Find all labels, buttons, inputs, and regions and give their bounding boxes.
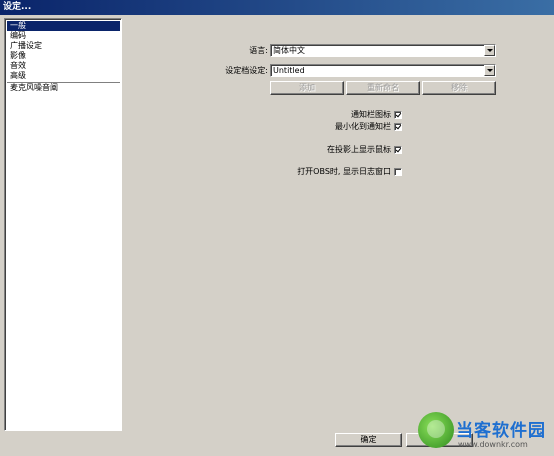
chevron-down-icon[interactable] bbox=[484, 65, 495, 76]
tray-icon-option[interactable]: 通知栏图标 bbox=[280, 110, 402, 120]
show-cursor-checkbox[interactable] bbox=[394, 146, 402, 154]
brand-logo-icon bbox=[418, 412, 454, 448]
language-value: 简体中文 bbox=[273, 46, 305, 55]
tray-icon-label: 通知栏图标 bbox=[351, 110, 391, 119]
profile-select[interactable]: Untitled bbox=[270, 64, 496, 77]
open-log-checkbox[interactable] bbox=[394, 168, 402, 176]
ok-button[interactable]: 确定 bbox=[335, 433, 402, 447]
profile-label: 设定档设定: bbox=[225, 66, 268, 75]
watermark-brand: 当客软件园 bbox=[456, 421, 546, 441]
sidebar-item-broadcast[interactable]: 广播设定 bbox=[7, 41, 120, 51]
sidebar-item-audio[interactable]: 音效 bbox=[7, 61, 120, 71]
sidebar-item-encoding[interactable]: 编码 bbox=[7, 31, 120, 41]
sidebar-item-mic-noise-gate[interactable]: 麦克风噪音阐 bbox=[7, 83, 120, 93]
minimize-tray-label: 最小化到通知栏 bbox=[335, 122, 391, 131]
language-label: 语言: bbox=[249, 46, 268, 55]
tray-icon-checkbox[interactable] bbox=[394, 111, 402, 119]
settings-category-list[interactable]: 一般 编码 广播设定 影像 音效 高级 麦克风噪音阐 bbox=[4, 18, 122, 431]
watermark: 当客软件园 www.downkr.com bbox=[418, 410, 554, 456]
remove-profile-button[interactable]: 移除 bbox=[422, 81, 496, 95]
rename-profile-button[interactable]: 重新命名 bbox=[346, 81, 420, 95]
sidebar-item-general[interactable]: 一般 bbox=[7, 21, 120, 31]
open-log-label: 打开OBS时, 显示日志窗口 bbox=[297, 167, 391, 176]
chevron-down-icon[interactable] bbox=[484, 45, 495, 56]
sidebar-item-video[interactable]: 影像 bbox=[7, 51, 120, 61]
title-bar: 设定... bbox=[0, 0, 554, 15]
minimize-tray-option[interactable]: 最小化到通知栏 bbox=[280, 122, 402, 132]
minimize-tray-checkbox[interactable] bbox=[394, 123, 402, 131]
watermark-url: www.downkr.com bbox=[458, 440, 528, 449]
show-cursor-option[interactable]: 在投影上显示鼠标 bbox=[280, 145, 402, 155]
language-select[interactable]: 简体中文 bbox=[270, 44, 496, 57]
profile-value: Untitled bbox=[273, 66, 305, 75]
sidebar-item-advanced[interactable]: 高级 bbox=[7, 71, 120, 81]
add-profile-button[interactable]: 添加 bbox=[270, 81, 344, 95]
show-cursor-label: 在投影上显示鼠标 bbox=[327, 145, 391, 154]
window-title: 设定... bbox=[3, 2, 32, 12]
open-log-option[interactable]: 打开OBS时, 显示日志窗口 bbox=[250, 167, 402, 177]
